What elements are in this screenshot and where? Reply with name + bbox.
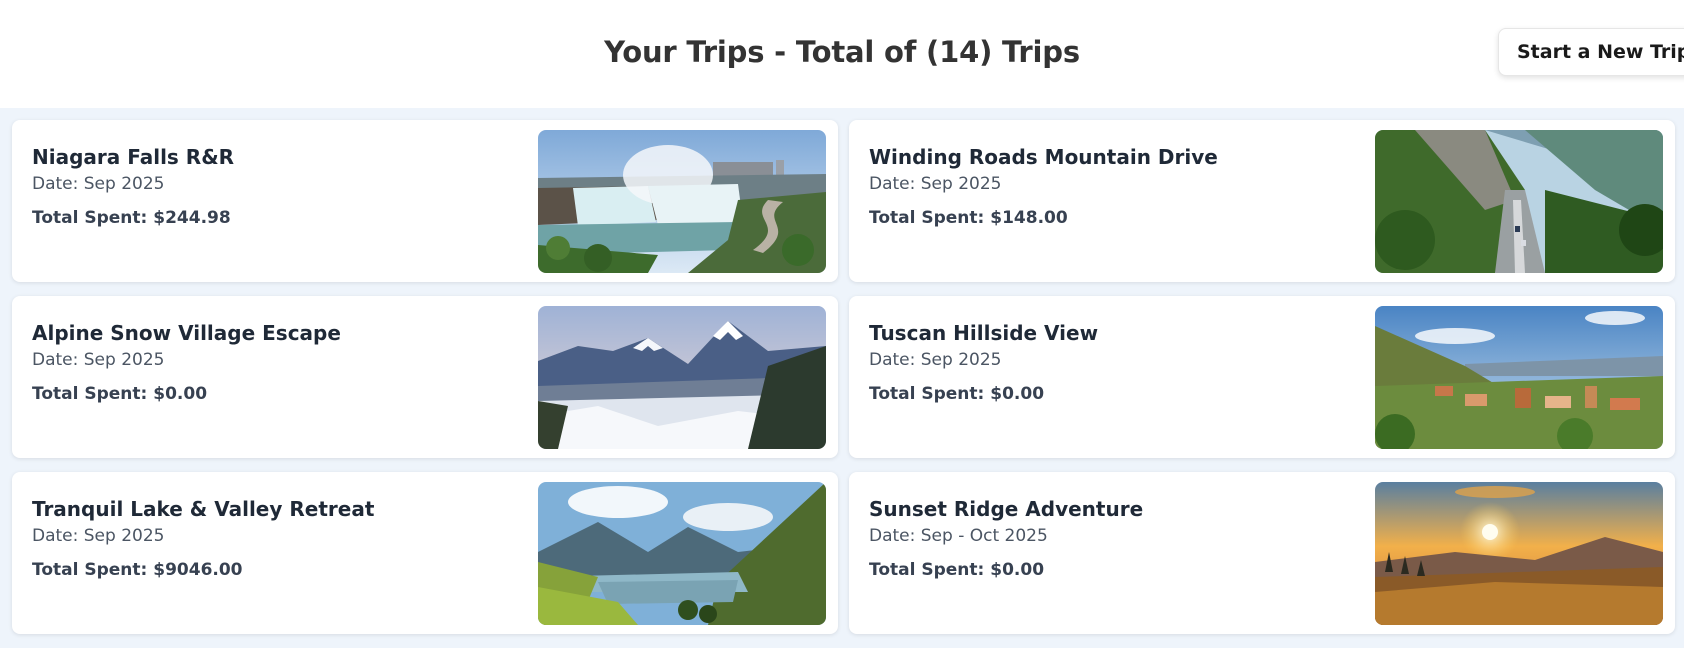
trip-date: Date: Sep 2025 (869, 350, 1002, 370)
trip-grid: Niagara Falls R&R Date: Sep 2025 Total S… (0, 108, 1684, 648)
trip-card[interactable]: Niagara Falls R&R Date: Sep 2025 Total S… (12, 120, 838, 282)
trip-total-spent: Total Spent: $9046.00 (32, 560, 243, 580)
trip-total-spent: Total Spent: $0.00 (32, 384, 208, 404)
trip-card[interactable]: Winding Roads Mountain Drive Date: Sep 2… (849, 120, 1675, 282)
trip-card[interactable]: Alpine Snow Village Escape Date: Sep 202… (12, 296, 838, 458)
start-new-trip-button[interactable]: Start a New Trip (1498, 28, 1684, 76)
trip-total-spent: Total Spent: $0.00 (869, 384, 1045, 404)
sunset-ridge-photo (1375, 482, 1663, 625)
trip-date: Date: Sep 2025 (32, 526, 165, 546)
trip-title: Tranquil Lake & Valley Retreat (32, 497, 375, 521)
trip-date: Date: Sep 2025 (869, 174, 1002, 194)
page-title: Your Trips - Total of (14) Trips (604, 35, 1080, 69)
trip-date: Date: Sep 2025 (32, 174, 165, 194)
trip-title: Alpine Snow Village Escape (32, 321, 341, 345)
lake-valley-photo (538, 482, 826, 625)
trip-card[interactable]: Tuscan Hillside View Date: Sep 2025 Tota… (849, 296, 1675, 458)
trip-title: Sunset Ridge Adventure (869, 497, 1144, 521)
trip-total-spent: Total Spent: $148.00 (869, 208, 1068, 228)
hillside-town-photo (1375, 306, 1663, 449)
page-header: Your Trips - Total of (14) Trips Start a… (0, 0, 1684, 108)
waterfall-photo (538, 130, 826, 273)
trip-total-spent: Total Spent: $0.00 (869, 560, 1045, 580)
trip-date: Date: Sep 2025 (32, 350, 165, 370)
trip-title: Niagara Falls R&R (32, 145, 235, 169)
trip-total-spent: Total Spent: $244.98 (32, 208, 231, 228)
trip-card[interactable]: Sunset Ridge Adventure Date: Sep - Oct 2… (849, 472, 1675, 634)
trip-title: Tuscan Hillside View (869, 321, 1099, 345)
trip-date: Date: Sep - Oct 2025 (869, 526, 1048, 546)
snowy-mountain-village-photo (538, 306, 826, 449)
mountain-road-photo (1375, 130, 1663, 273)
trip-card[interactable]: Tranquil Lake & Valley Retreat Date: Sep… (12, 472, 838, 634)
trip-title: Winding Roads Mountain Drive (869, 145, 1218, 169)
